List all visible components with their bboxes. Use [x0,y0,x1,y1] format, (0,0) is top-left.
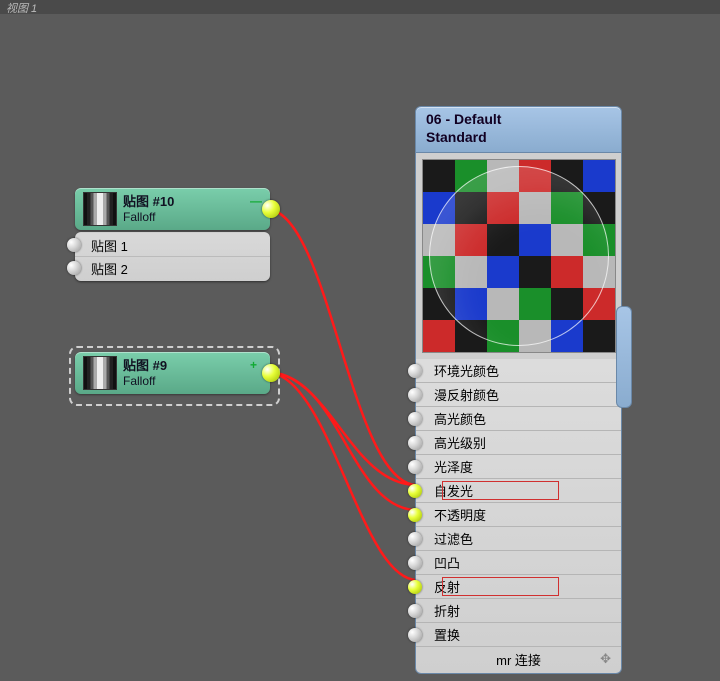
material-slot[interactable]: 折射 [416,598,621,622]
slot-label: 贴图 2 [91,259,128,278]
input-port[interactable] [408,364,422,378]
node-input-slot[interactable]: 贴图 1 [75,234,270,256]
output-port[interactable] [262,364,280,382]
node-material-default[interactable]: 06 - Default Standard 环境光颜色漫反射颜色高光颜色高光级别… [415,106,622,674]
viewport-titlebar: 视图 1 [0,0,720,14]
input-port[interactable] [408,532,422,546]
input-port[interactable] [408,388,422,402]
node-input-list: 贴图 1 贴图 2 [75,232,270,281]
material-footer[interactable]: mr 连接 ✥ [416,646,621,671]
material-slot[interactable]: 光泽度 [416,454,621,478]
footer-label: mr 连接 [496,650,541,669]
material-preview-frame [415,153,622,359]
node-thumbnail [83,356,117,390]
viewport-title: 视图 1 [6,3,37,15]
material-slot[interactable]: 置换 [416,622,621,646]
slot-label: 高光级别 [434,433,486,452]
node-input-slot[interactable]: 贴图 2 [75,256,270,279]
material-preview[interactable] [422,159,616,353]
expand-icon[interactable]: ✥ [600,651,611,667]
input-port[interactable] [67,261,81,275]
input-port[interactable] [408,628,422,642]
input-port[interactable] [408,604,422,618]
node-map-10[interactable]: 贴图 #10 Falloff — 贴图 1 贴图 2 [75,188,270,281]
node-selection-outline: 贴图 #9 Falloff + [69,346,280,406]
material-slot[interactable]: 漫反射颜色 [416,382,621,406]
collapse-toggle[interactable]: + [250,358,262,366]
slot-label: 凹凸 [434,553,460,572]
material-slot[interactable]: 过滤色 [416,526,621,550]
input-port[interactable] [408,580,422,594]
node-title: 贴图 #9 [123,358,167,374]
node-header[interactable]: 贴图 #10 Falloff — [75,188,270,230]
slot-label: 折射 [434,601,460,620]
slot-label: 高光颜色 [434,409,486,428]
material-title: 06 - Default [426,111,611,129]
material-slot-list: 环境光颜色漫反射颜色高光颜色高光级别光泽度自发光不透明度过滤色凹凸反射折射置换 … [415,359,622,674]
output-port[interactable] [262,200,280,218]
input-port[interactable] [408,412,422,426]
checker-pattern [423,160,615,352]
node-title: 贴图 #10 [123,194,174,210]
input-port[interactable] [408,436,422,450]
material-slot[interactable]: 自发光 [416,478,621,502]
slot-label: 贴图 1 [91,236,128,255]
material-slot[interactable]: 高光颜色 [416,406,621,430]
material-slot[interactable]: 反射 [416,574,621,598]
input-port[interactable] [408,460,422,474]
slot-label: 光泽度 [434,457,473,476]
input-port[interactable] [408,508,422,522]
collapse-toggle[interactable]: — [250,194,262,202]
material-slot[interactable]: 凹凸 [416,550,621,574]
slot-label: 置换 [434,625,460,644]
node-type: Falloff [123,374,167,388]
material-type: Standard [426,129,611,147]
node-editor-canvas[interactable]: 视图 1 贴图 #10 Falloff — 贴图 1 贴图 2 贴图 #9 [0,0,720,681]
material-slot[interactable]: 不透明度 [416,502,621,526]
node-type: Falloff [123,210,174,224]
node-map-9[interactable]: 贴图 #9 Falloff + [75,352,270,394]
input-port[interactable] [67,238,81,252]
slot-label: 自发光 [434,481,473,500]
input-port[interactable] [408,484,422,498]
material-header[interactable]: 06 - Default Standard [415,106,622,153]
slot-label: 环境光颜色 [434,361,499,380]
slot-label: 反射 [434,577,460,596]
side-drag-handle[interactable] [616,306,632,408]
slot-label: 不透明度 [434,505,486,524]
material-slot[interactable]: 高光级别 [416,430,621,454]
node-thumbnail [83,192,117,226]
material-slot[interactable]: 环境光颜色 [416,359,621,382]
slot-label: 漫反射颜色 [434,385,499,404]
slot-label: 过滤色 [434,529,473,548]
node-header[interactable]: 贴图 #9 Falloff + [75,352,270,394]
input-port[interactable] [408,556,422,570]
